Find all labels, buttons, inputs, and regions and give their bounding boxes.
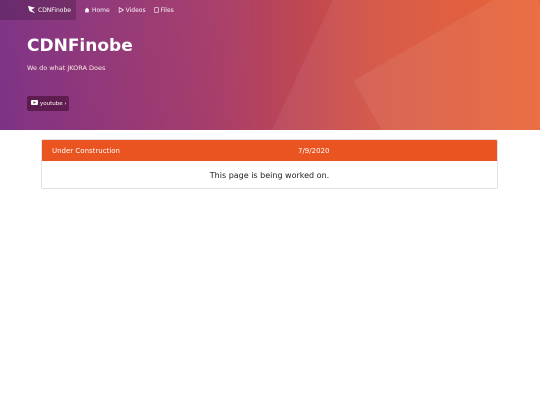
notice-title: Under Construction	[52, 146, 120, 155]
nav-item-label: Home	[91, 6, 110, 14]
notice-card-header: Under Construction 7/9/2020	[42, 140, 497, 161]
notice-card: Under Construction 7/9/2020 This page is…	[41, 139, 498, 189]
nav-item-files[interactable]: Files	[154, 7, 174, 14]
notice-card-body: This page is being worked on.	[42, 161, 497, 188]
youtube-button[interactable]: youtube ›	[27, 96, 69, 111]
brand-logo-icon	[27, 5, 36, 16]
notice-date: 7/9/2020	[298, 146, 330, 155]
youtube-button-label: youtube ›	[40, 100, 67, 107]
home-icon	[84, 7, 90, 13]
nav-item-videos[interactable]: Videos	[118, 7, 146, 14]
play-icon	[118, 7, 124, 13]
file-icon	[154, 7, 159, 13]
page-title: CDNFinobe	[27, 36, 133, 56]
brand-label: CDNFinobe	[38, 6, 71, 14]
page-subtitle: We do what JKORA Does	[27, 64, 106, 72]
nav-item-label: Videos	[125, 6, 146, 14]
nav-item-home[interactable]: Home	[84, 7, 110, 14]
hero-banner: CDNFinobe Home Videos Files CDNFinobe We…	[0, 0, 540, 130]
nav-item-label: Files	[160, 6, 174, 14]
youtube-icon	[31, 100, 38, 107]
brand-link[interactable]: CDNFinobe	[0, 0, 76, 20]
navbar: CDNFinobe Home Videos Files	[0, 0, 540, 20]
notice-message: This page is being worked on.	[209, 171, 330, 180]
